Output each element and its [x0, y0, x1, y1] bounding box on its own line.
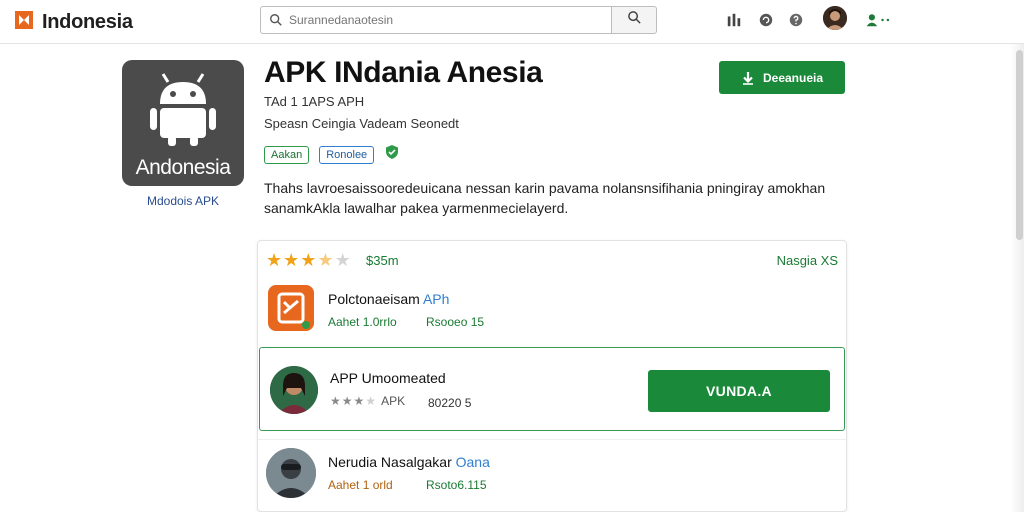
- app-developer: Speasn Ceingia Vadeam Seonedt: [264, 116, 459, 131]
- refresh-icon[interactable]: [757, 11, 775, 29]
- download-icon: [742, 71, 753, 85]
- search-input[interactable]: [289, 13, 589, 27]
- top-bar: Indonesia: [0, 0, 1024, 44]
- list-item-name: Polctonaeisam: [328, 291, 420, 307]
- list-item-date: Aahet 1.0rrlo: [328, 315, 397, 329]
- star-icon: ★: [365, 394, 377, 408]
- download-label: Deeanueia: [762, 70, 824, 85]
- account-menu-icon[interactable]: [863, 11, 895, 29]
- brand-logo[interactable]: Indonesia: [12, 8, 133, 37]
- app-title: APK INdania Anesia: [264, 56, 543, 89]
- app-icon: Andonesia: [122, 60, 244, 186]
- list-item-size: Rsooeo 15: [426, 315, 485, 329]
- versions-card: ★ ★ ★ ★ ★ $35m Nasgia XS Polctonaeisam APh A…: [257, 240, 847, 512]
- star-icon: ★: [353, 394, 365, 408]
- tree-icon[interactable]: [725, 11, 743, 29]
- list-item-tag: Oana: [455, 454, 490, 470]
- download-button[interactable]: Deeanueia: [719, 61, 845, 94]
- star-icon: ★: [317, 250, 334, 270]
- app-icon-caption[interactable]: Mdodois APK: [122, 194, 244, 208]
- list-item-title: Nerudia Nasalgakar Oana: [328, 454, 490, 470]
- avatar: [266, 448, 316, 498]
- star-icon: ★: [300, 250, 317, 270]
- list-item-size: 80220 5: [428, 396, 472, 410]
- search-button[interactable]: [611, 6, 657, 34]
- search-icon: [269, 13, 283, 27]
- verified-shield-icon: [384, 144, 400, 165]
- list-item-tag: APh: [422, 291, 450, 307]
- search-icon: [627, 10, 642, 30]
- star-icon: ★: [266, 250, 283, 270]
- install-button[interactable]: VUNDA.A: [648, 370, 830, 412]
- list-item[interactable]: Nerudia Nasalgakar Oana Aahet 1 orld Rso…: [258, 439, 846, 511]
- brand-logo-icon: [12, 8, 36, 37]
- scrollbar[interactable]: [1016, 50, 1023, 240]
- card-header: ★ ★ ★ ★ ★ $35m Nasgia XS: [266, 251, 840, 271]
- star-icon: ★: [334, 250, 351, 270]
- card-header-link[interactable]: Nasgia XS: [777, 253, 838, 268]
- app-description: Thahs lavroesaissooredeuicana nessan kar…: [264, 180, 826, 216]
- app-tags: Aakan Ronolee: [264, 144, 400, 165]
- brand-name: Indonesia: [42, 11, 133, 33]
- app-thumbnail-icon: [268, 285, 314, 331]
- list-item-selected[interactable]: APP Umoomeated ★ ★ ★ ★ APK 80220 5 VUNDA…: [259, 347, 845, 431]
- avatar: [270, 366, 318, 414]
- search-box: [260, 6, 612, 34]
- help-icon[interactable]: [787, 11, 805, 29]
- list-item-title: Polctonaeisam APh: [328, 291, 449, 307]
- star-icon: ★: [330, 394, 341, 408]
- list-item-name: Nerudia Nasalgakar: [328, 454, 452, 470]
- tag-type[interactable]: Ronolee: [319, 145, 375, 164]
- user-avatar[interactable]: [823, 6, 847, 30]
- mini-rating: ★ ★ ★ ★ APK: [330, 394, 405, 408]
- list-item-label: APK: [381, 394, 406, 408]
- list-item-date: Aahet 1 orld: [328, 478, 393, 492]
- list-item[interactable]: Polctonaeisam APh Aahet 1.0rrlo Rsooeo 1…: [258, 279, 846, 347]
- rating-stars: ★ ★ ★ ★ ★: [266, 251, 352, 269]
- app-version: TAd 1 1APS APH: [264, 94, 365, 109]
- star-icon: ★: [283, 250, 300, 270]
- list-item-title: APP Umoomeated: [330, 370, 446, 386]
- tag-category[interactable]: Aakan: [264, 145, 310, 164]
- app-icon-label: Andonesia: [135, 156, 231, 179]
- rating-size: $35m: [366, 253, 399, 268]
- list-item-size: Rsoto6.115: [426, 478, 487, 492]
- star-icon: ★: [341, 394, 353, 408]
